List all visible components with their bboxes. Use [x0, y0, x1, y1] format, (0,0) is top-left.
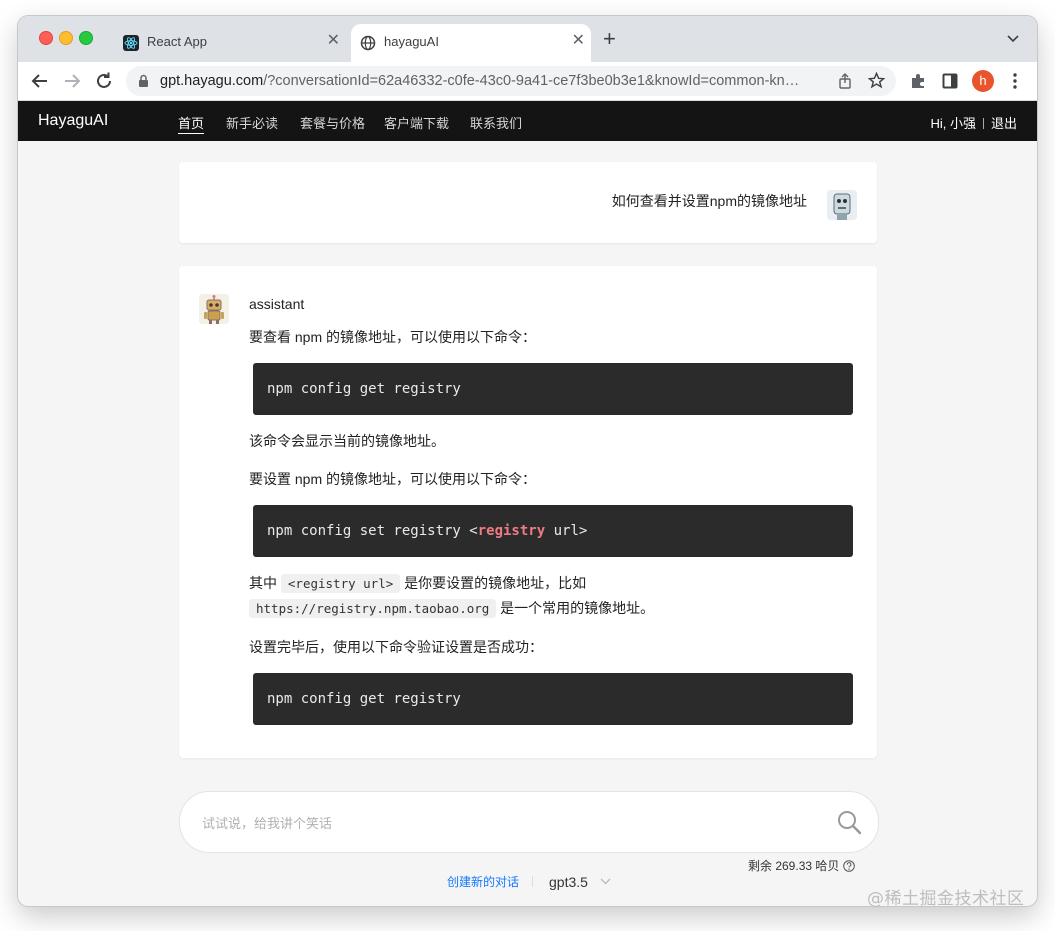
assistant-role-label: assistant	[249, 296, 305, 312]
answer-paragraph: 其中 <registry url> 是你要设置的镜像地址，比如 https://r…	[249, 571, 859, 621]
balance-info: 剩余 269.33 哈贝	[748, 857, 855, 875]
reload-icon[interactable]	[93, 70, 115, 92]
inline-code: https://registry.npm.taobao.org	[249, 599, 497, 618]
tab-search-chevron-icon[interactable]	[1007, 32, 1019, 46]
nav-download[interactable]: 客户端下载	[384, 113, 449, 132]
assistant-message-card: assistant 要查看 npm 的镜像地址，可以使用以下命令： npm co…	[179, 266, 877, 758]
code-block: npm config set registry <registry url>	[253, 505, 853, 557]
divider	[532, 876, 534, 887]
close-window-button[interactable]	[39, 31, 53, 45]
answer-paragraph: 该命令会显示当前的镜像地址。	[249, 433, 445, 449]
url-text[interactable]: gpt.hayagu.com/?conversationId=62a46332-…	[160, 73, 830, 89]
answer-paragraph: 要查看 npm 的镜像地址，可以使用以下命令：	[249, 329, 537, 345]
chevron-down-icon	[600, 872, 611, 888]
user-area: Hi, 小强 退出	[930, 113, 1017, 132]
app-navbar: HayaguAI 首页 新手必读 套餐与价格 客户端下载 联系我们 Hi, 小强…	[18, 101, 1037, 141]
tab-title: React App	[147, 34, 207, 49]
answer-text: 其中	[249, 575, 281, 591]
tab-close-icon[interactable]: ✕	[327, 33, 340, 49]
nav-contact[interactable]: 联系我们	[470, 113, 522, 132]
share-icon[interactable]	[838, 73, 852, 94]
divider	[982, 118, 984, 129]
model-select[interactable]: gpt3.5	[549, 872, 611, 890]
answer-paragraph: 要设置 npm 的镜像地址，可以使用以下命令：	[249, 471, 537, 487]
side-panel-icon[interactable]	[942, 73, 958, 94]
kebab-menu-icon[interactable]	[1012, 72, 1018, 95]
answer-text: 是你要设置的镜像地址，比如	[400, 575, 587, 591]
code-keyword: registry	[477, 523, 546, 539]
tab-close-icon[interactable]: ✕	[572, 33, 585, 49]
code-text: url>	[545, 523, 588, 539]
code-block: npm config get registry	[253, 363, 853, 415]
profile-avatar[interactable]: h	[972, 70, 994, 92]
model-label: gpt3.5	[549, 874, 588, 890]
extensions-puzzle-icon[interactable]	[909, 72, 927, 95]
code-text: npm config set registry <	[267, 523, 478, 539]
new-tab-button[interactable]: +	[603, 28, 616, 50]
minimize-window-button[interactable]	[59, 31, 73, 45]
tab-strip: React App ✕ hayaguAI ✕ +	[18, 16, 1037, 62]
logout-link[interactable]: 退出	[991, 116, 1017, 131]
nav-guide[interactable]: 新手必读	[226, 113, 278, 132]
tab-hayaguai[interactable]: hayaguAI ✕	[351, 24, 591, 62]
nav-pricing[interactable]: 套餐与价格	[300, 113, 365, 132]
nav-home[interactable]: 首页	[178, 113, 205, 134]
url-path: /?conversationId=62a46332-c0fe-43c0-9a41…	[263, 73, 800, 89]
tab-react-app[interactable]: React App ✕	[114, 24, 346, 62]
user-avatar	[827, 190, 857, 220]
answer-paragraph: 设置完毕后，使用以下命令验证设置是否成功：	[249, 639, 543, 655]
address-bar[interactable]: gpt.hayagu.com/?conversationId=62a46332-…	[126, 66, 896, 96]
answer-text: 是一个常用的镜像地址。	[496, 600, 655, 616]
browser-toolbar: gpt.hayagu.com/?conversationId=62a46332-…	[18, 62, 1037, 101]
chat-input-box	[179, 791, 879, 853]
new-chat-link[interactable]: 创建新的对话	[447, 875, 519, 889]
user-message-card: 如何查看并设置npm的镜像地址	[179, 162, 877, 243]
lock-icon	[138, 74, 149, 93]
chat-input[interactable]	[200, 810, 804, 836]
watermark: @稀土掘金技术社区	[867, 889, 1025, 909]
bookmark-star-icon[interactable]	[867, 71, 886, 94]
balance-text: 剩余 269.33 哈贝	[748, 859, 840, 873]
bottom-actions: 创建新的对话	[447, 873, 534, 890]
forward-icon[interactable]	[61, 70, 83, 92]
globe-icon	[360, 35, 376, 51]
react-icon	[123, 35, 139, 51]
user-greeting[interactable]: Hi, 小强	[930, 116, 976, 131]
brand-logo[interactable]: HayaguAI	[38, 112, 108, 130]
assistant-message-body: 要查看 npm 的镜像地址，可以使用以下命令： npm config get r…	[249, 325, 859, 725]
zoom-window-button[interactable]	[79, 31, 93, 45]
search-icon[interactable]	[836, 809, 862, 840]
browser-window: React App ✕ hayaguAI ✕ + gpt.hayagu.com/…	[18, 16, 1037, 906]
back-icon[interactable]	[29, 70, 51, 92]
code-block: npm config get registry	[253, 673, 853, 725]
assistant-avatar	[199, 294, 229, 324]
user-message-text: 如何查看并设置npm的镜像地址	[611, 193, 807, 209]
help-circle-icon[interactable]	[842, 860, 855, 875]
tab-title: hayaguAI	[384, 34, 439, 49]
inline-code: <registry url>	[280, 574, 401, 593]
url-host: gpt.hayagu.com	[160, 73, 264, 89]
